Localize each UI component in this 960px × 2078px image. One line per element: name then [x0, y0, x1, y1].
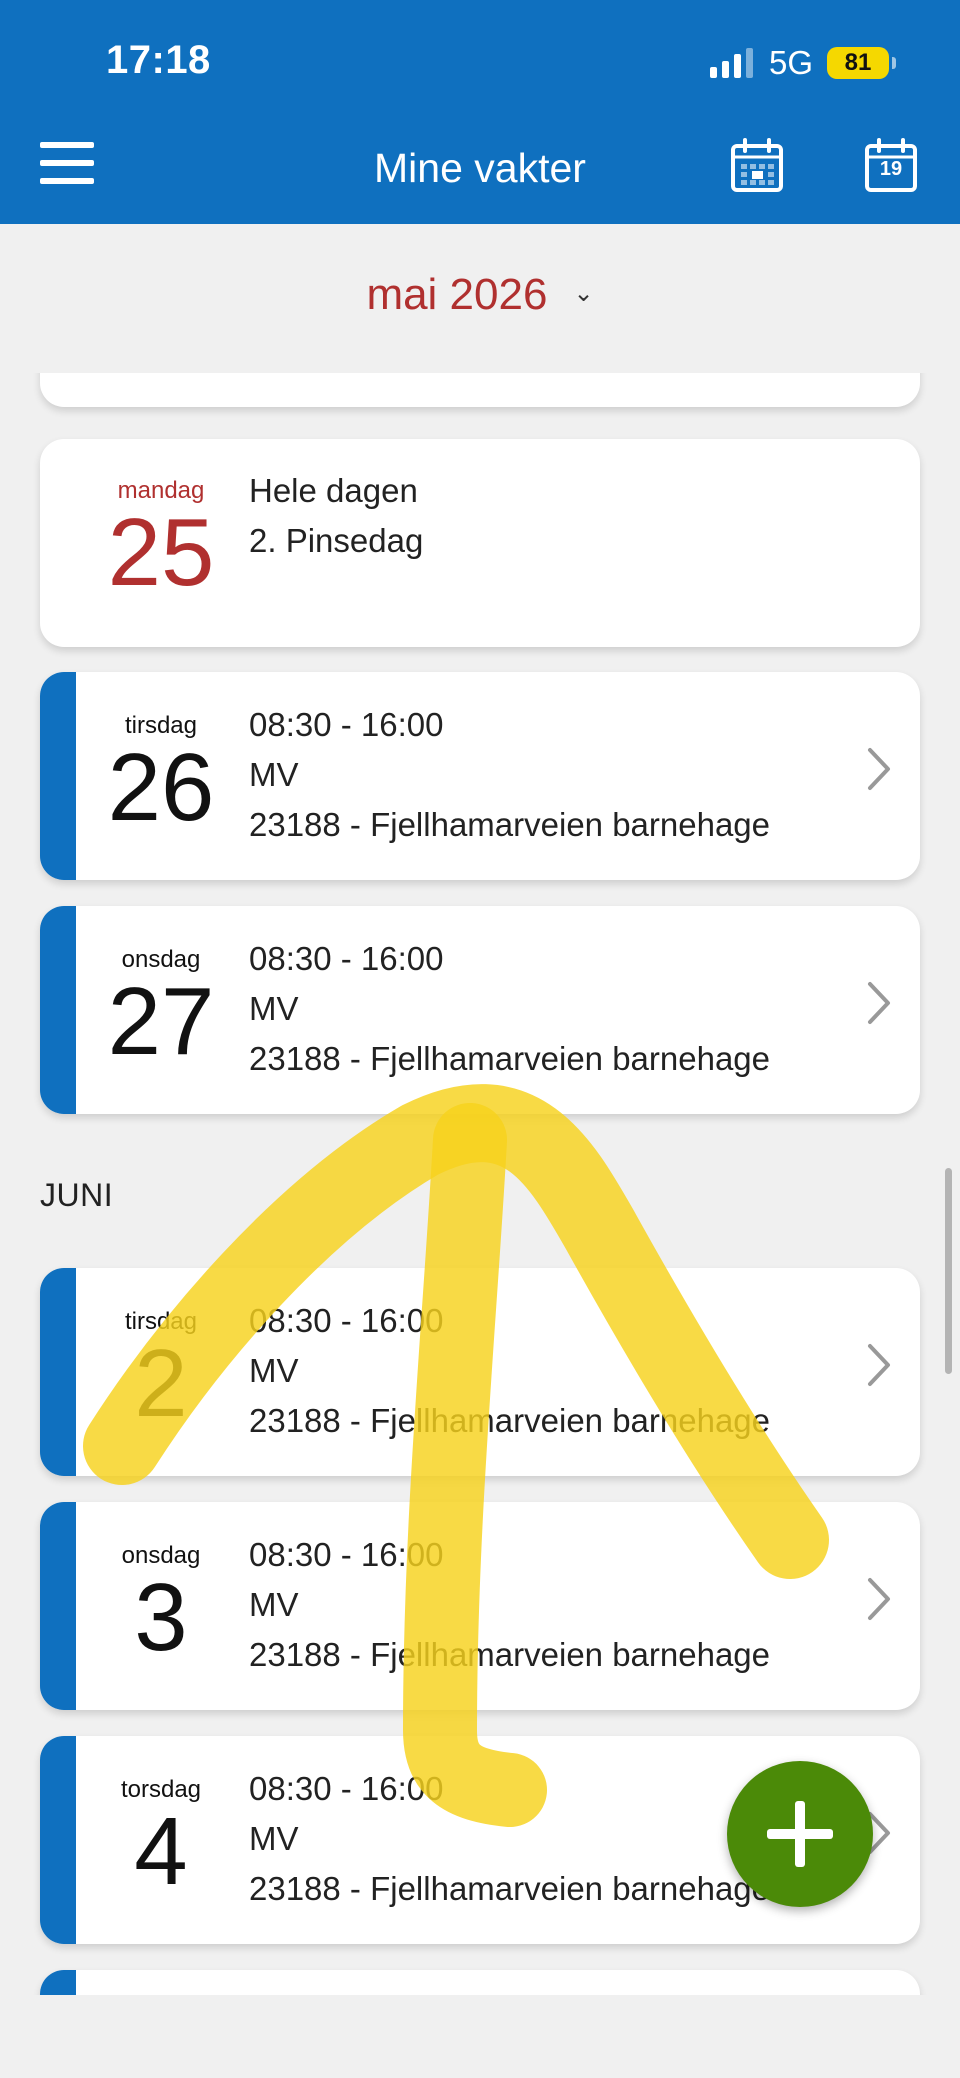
month-selector[interactable]: mai 2026 ⌄ [0, 270, 960, 320]
shift-location: 23188 - Fjellhamarveien barnehage [249, 1402, 771, 1439]
day-number: 26 [107, 734, 215, 841]
chevron-right-icon [868, 982, 890, 1024]
day-number: 2 [134, 1330, 188, 1437]
shift-accent-bar [40, 1268, 76, 1476]
chevron-down-icon: ⌄ [573, 280, 594, 307]
calendar-today-icon[interactable]: 19 [864, 138, 918, 194]
battery-cap [892, 57, 896, 69]
shift-time: 08:30 - 16:00 [249, 1302, 444, 1339]
shift-code: MV [249, 756, 299, 793]
shift-accent-bar [40, 1502, 76, 1710]
shift-time: 08:30 - 16:00 [249, 1770, 444, 1807]
shift-accent-bar [40, 1970, 76, 1995]
list-item-partial[interactable] [40, 1970, 920, 1995]
day-number: 27 [107, 968, 215, 1075]
month-label: mai 2026 [366, 270, 548, 319]
shift-location: 23188 - Fjellhamarveien barnehage [249, 1870, 771, 1907]
network-type: 5G [768, 44, 813, 81]
scrollbar[interactable] [945, 1168, 952, 1374]
shift-location: 23188 - Fjellhamarveien barnehage [249, 1040, 771, 1077]
list-item-shift[interactable]: tirsdag 2 08:30 - 16:00 MV 23188 - Fjell… [40, 1268, 920, 1476]
list-item-shift[interactable]: tirsdag 26 08:30 - 16:00 MV 23188 - Fjel… [40, 672, 920, 880]
shift-accent-bar [40, 1736, 76, 1944]
day-number: 4 [134, 1798, 188, 1905]
shift-location: 23188 - Fjellhamarveien barnehage [249, 1636, 771, 1673]
list-item-holiday: mandag 25 Hele dagen 2. Pinsedag [40, 439, 920, 647]
section-header-june: JUNI [40, 1177, 114, 1213]
shift-list[interactable]: mandag 25 Hele dagen 2. Pinsedag tirsdag… [0, 373, 960, 1995]
shift-code: MV [249, 1820, 299, 1857]
shift-code: MV [249, 1586, 299, 1623]
chevron-right-icon [868, 1344, 890, 1386]
calendar-day-number: 19 [879, 158, 903, 180]
status-time: 17:18 [106, 38, 211, 82]
day-number: 3 [134, 1564, 188, 1671]
list-item-partial[interactable] [40, 373, 920, 407]
list-item-shift[interactable]: onsdag 3 08:30 - 16:00 MV 23188 - Fjellh… [40, 1502, 920, 1710]
battery-level: 81 [844, 49, 872, 76]
shift-accent-bar [40, 672, 76, 880]
list-item-shift[interactable]: onsdag 27 08:30 - 16:00 MV 23188 - Fjell… [40, 906, 920, 1114]
shift-code: MV [249, 1352, 299, 1389]
chevron-right-icon [868, 748, 890, 790]
shift-time: 08:30 - 16:00 [249, 1536, 444, 1573]
add-shift-button[interactable] [727, 1761, 873, 1907]
shift-code: MV [249, 990, 299, 1027]
calendar-month-icon[interactable] [730, 138, 784, 194]
chevron-right-icon [868, 1578, 890, 1620]
shift-location: 23188 - Fjellhamarveien barnehage [249, 806, 771, 843]
plus-icon-vertical [795, 1801, 805, 1867]
day-number: 25 [107, 499, 215, 606]
app-header: 17:18 5G 81 Mine vakter 19 [0, 0, 960, 224]
page-title: Mine vakter [374, 145, 586, 191]
signal-strength-icon [709, 48, 753, 78]
holiday-time: Hele dagen [249, 472, 418, 509]
shift-time: 08:30 - 16:00 [249, 706, 444, 743]
status-indicators: 5G 81 [709, 44, 896, 82]
holiday-name: 2. Pinsedag [249, 522, 424, 559]
shift-time: 08:30 - 16:00 [249, 940, 444, 977]
battery-icon: 81 [827, 47, 889, 79]
shift-accent-bar [40, 906, 76, 1114]
